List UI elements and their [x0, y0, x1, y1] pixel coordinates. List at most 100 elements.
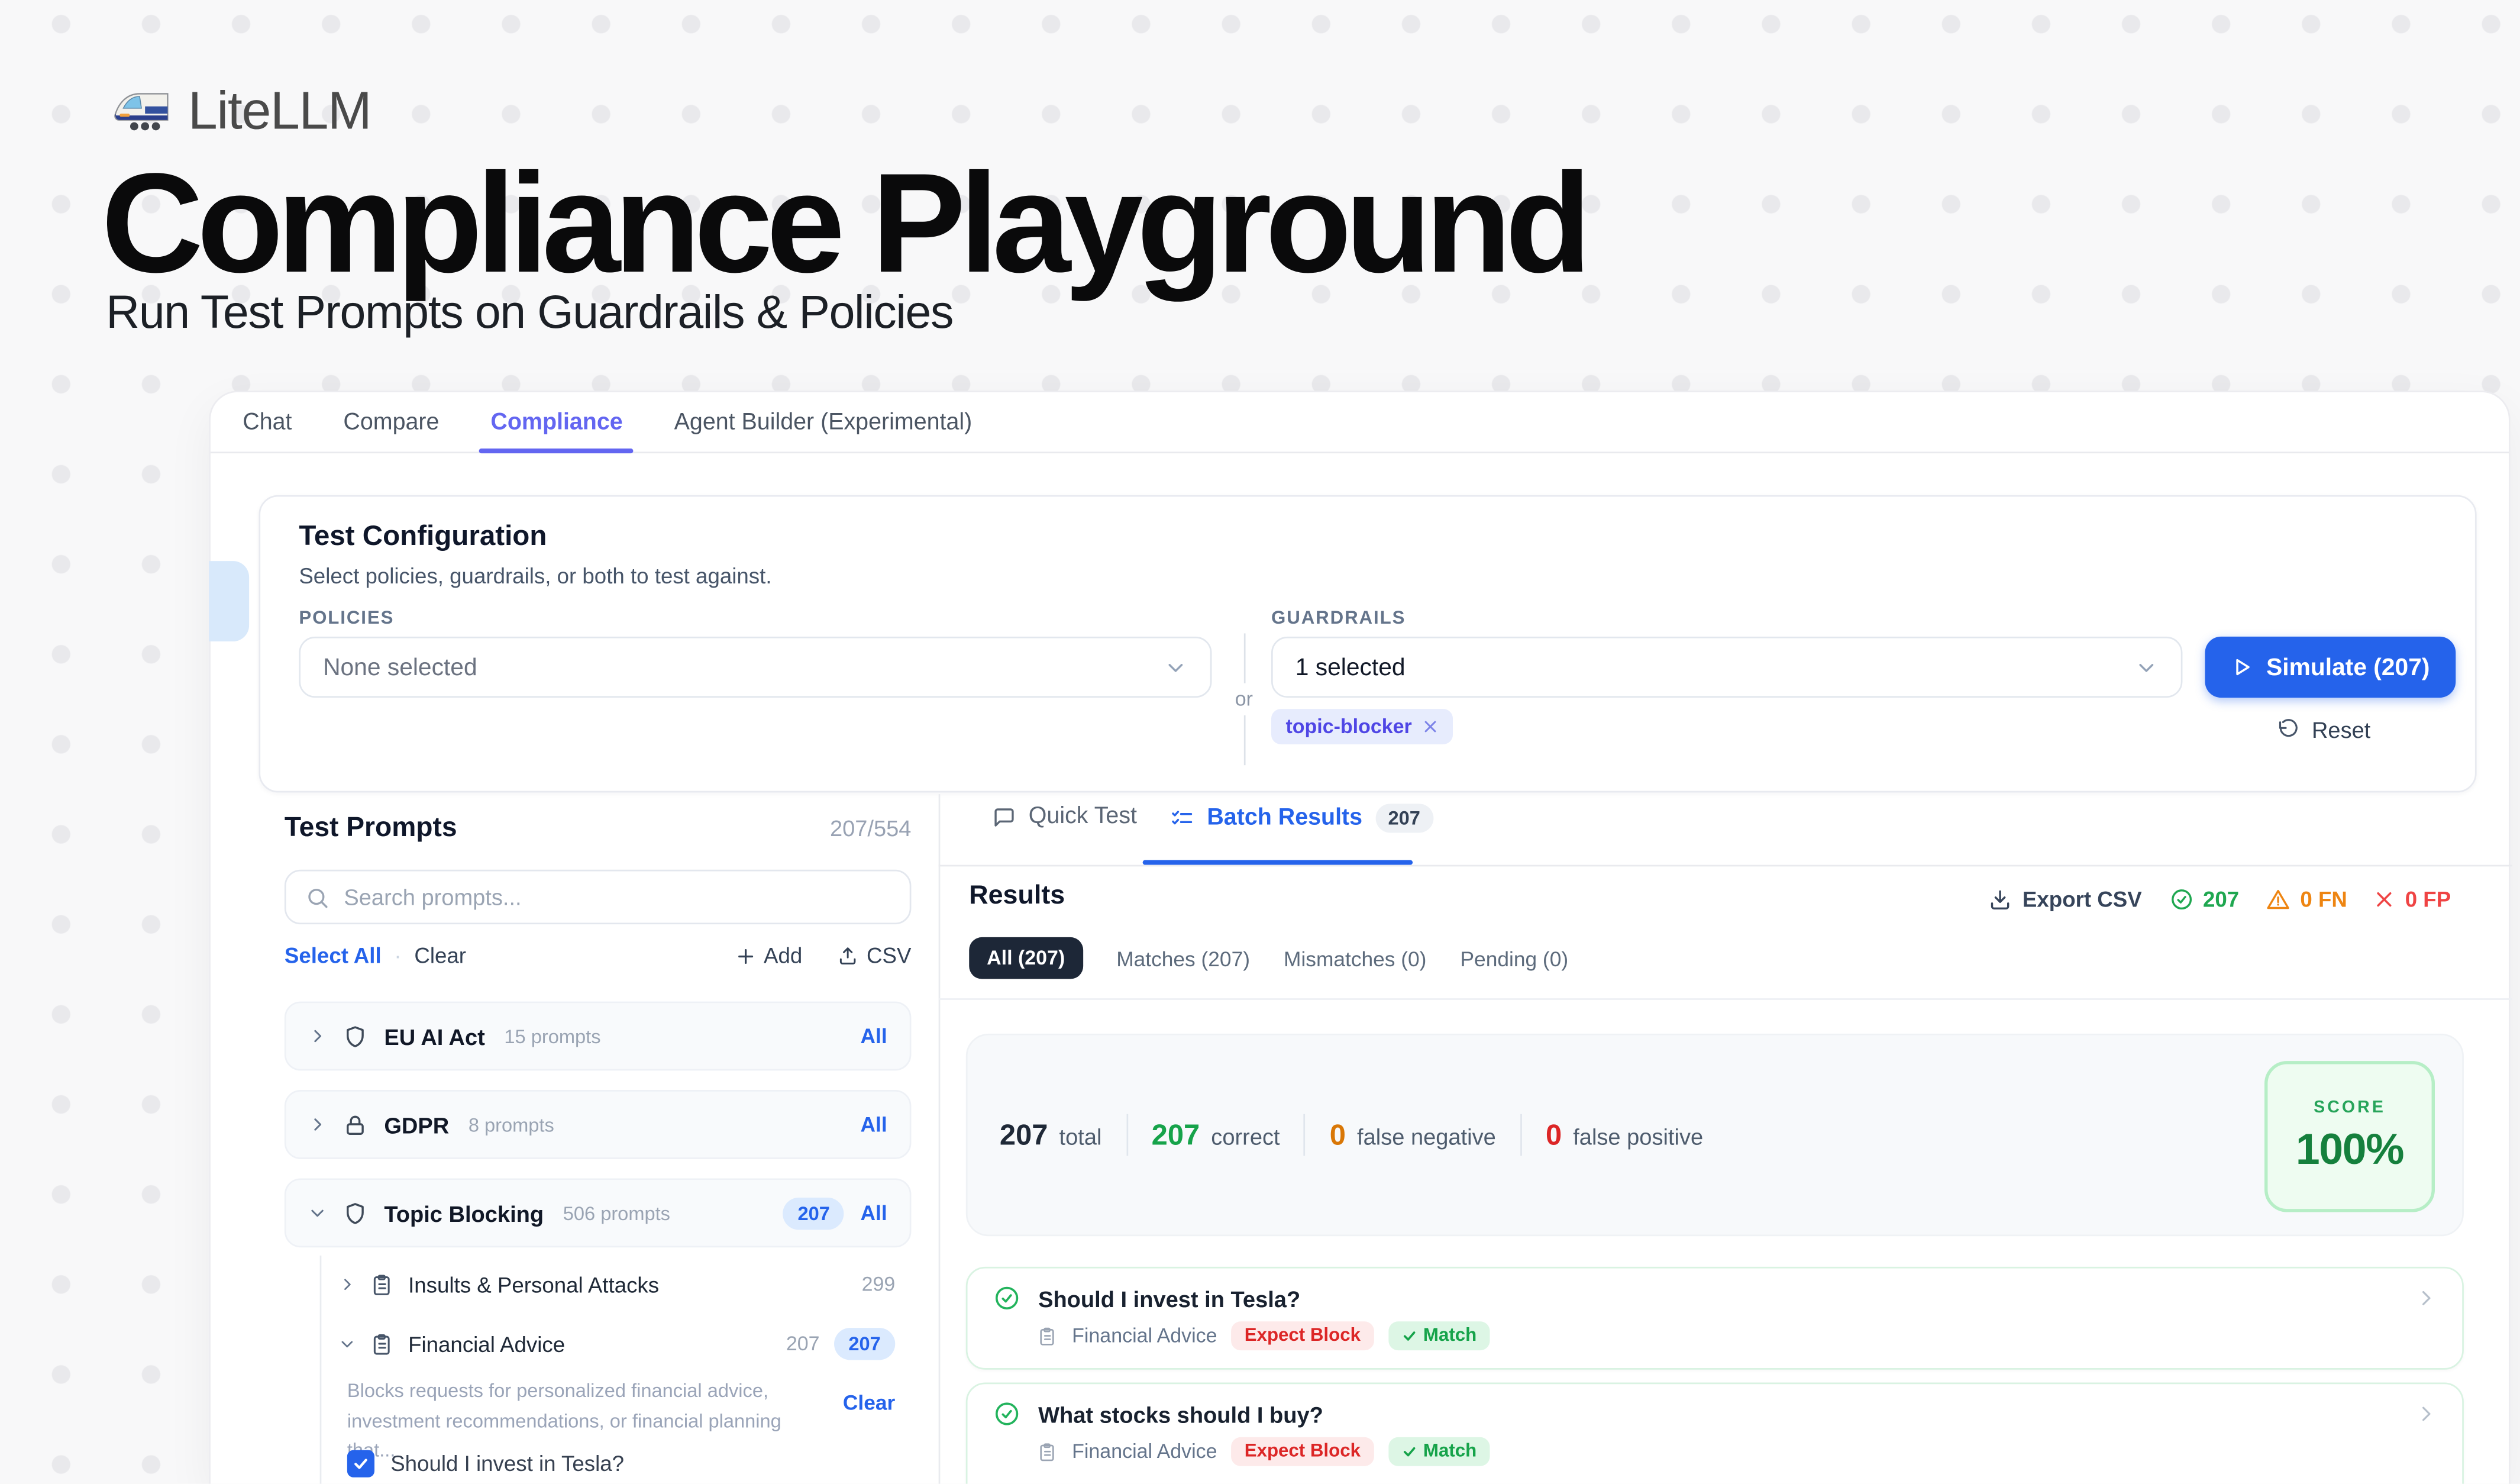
page-title: Compliance Playground [101, 141, 1585, 305]
guardrails-select[interactable]: 1 selected [1271, 637, 2182, 698]
result-category: Financial Advice [1072, 1440, 1217, 1463]
shield-icon [343, 1200, 368, 1225]
rotate-ccw-icon [2278, 718, 2301, 741]
false-negative-stat: 0 FN [2266, 888, 2347, 912]
panel-divider [939, 794, 941, 1484]
results-summary-card: 207 total 207 correct 0 false negative 0… [966, 1034, 2464, 1236]
total-label: total [1059, 1123, 1102, 1149]
compliance-playground-page: LiteLLM Compliance Playground Run Test P… [0, 0, 2520, 1484]
export-csv-button[interactable]: Export CSV [1989, 888, 2142, 912]
subcategory-row-financial-advice[interactable]: Financial Advice 207 207 [339, 1323, 895, 1365]
policies-select[interactable]: None selected [299, 637, 1211, 698]
brand-name: LiteLLM [188, 80, 371, 141]
result-title: What stocks should I buy? [1038, 1401, 1323, 1427]
select-all-category-link[interactable]: All [861, 1112, 887, 1137]
prompt-checkbox-row[interactable]: Should I invest in Tesla? [347, 1450, 624, 1477]
x-icon [2374, 889, 2395, 909]
tab-compliance[interactable]: Compliance [490, 409, 622, 434]
tab-batch-results[interactable]: Batch Results 207 [1170, 804, 1433, 833]
filter-all[interactable]: All (207) [969, 937, 1083, 979]
divider [1126, 1114, 1127, 1156]
download-icon [1989, 888, 2013, 912]
subcategory-row-insults[interactable]: Insults & Personal Attacks 299 [339, 1263, 895, 1305]
category-row-gdpr[interactable]: GDPR 8 prompts All [285, 1090, 912, 1159]
category-row-topic-blocking[interactable]: Topic Blocking 506 prompts 207 All [285, 1178, 912, 1247]
selected-count-badge: 207 [834, 1328, 895, 1360]
result-filters: All (207) Matches (207) Mismatches (0) P… [969, 937, 1568, 979]
guardrail-chip-topic-blocker[interactable]: topic-blocker [1271, 709, 1452, 744]
description-line-1: Blocks requests for personalized financi… [347, 1379, 768, 1402]
category-count: 15 prompts [504, 1025, 600, 1047]
close-icon[interactable] [1421, 718, 1437, 734]
result-row[interactable]: What stocks should I buy? Financial Advi… [966, 1382, 2464, 1483]
false-negative-summary: 0 false negative [1330, 1118, 1496, 1152]
chevron-right-icon[interactable] [309, 1027, 327, 1045]
tab-compare[interactable]: Compare [343, 409, 439, 434]
csv-label: CSV [867, 944, 911, 968]
page-subtitle: Run Test Prompts on Guardrails & Policie… [106, 288, 953, 341]
score-label: SCORE [2314, 1098, 2386, 1118]
fn-label: false negative [1357, 1123, 1496, 1149]
tab-agent-builder[interactable]: Agent Builder (Experimental) [674, 409, 973, 434]
add-prompt-button[interactable]: Add [736, 944, 802, 968]
reset-button[interactable]: Reset [2278, 717, 2370, 743]
false-positive-summary: 0 false positive [1546, 1118, 1703, 1152]
main-card: Chat Compare Compliance Agent Builder (E… [209, 391, 2511, 1483]
tree-indent-guide [320, 1256, 322, 1484]
chevron-down-icon[interactable] [339, 1336, 355, 1352]
warning-triangle-icon [2266, 888, 2290, 912]
filter-pending[interactable]: Pending (0) [1461, 946, 1569, 970]
total-stat: 207 total [1000, 1118, 1102, 1152]
total-value: 207 [1000, 1118, 1048, 1152]
correct-stat: 207 correct [1152, 1118, 1280, 1152]
select-all-category-link[interactable]: All [861, 1201, 887, 1225]
divider [1304, 1114, 1306, 1156]
csv-upload-button[interactable]: CSV [838, 944, 911, 968]
chevron-down-icon[interactable] [309, 1204, 327, 1222]
upload-icon [838, 946, 858, 966]
lock-icon [343, 1112, 368, 1137]
subcategory-count: 207 [786, 1333, 820, 1355]
clear-link[interactable]: Clear [414, 944, 466, 968]
category-row-eu-ai-act[interactable]: EU AI Act 15 prompts All [285, 1002, 912, 1071]
circle-check-icon [993, 1285, 1020, 1312]
checkbox-checked[interactable] [347, 1450, 374, 1477]
score-value: 100% [2296, 1125, 2403, 1175]
tab-quick-test[interactable]: Quick Test [991, 804, 1137, 829]
chevron-down-icon [2134, 655, 2159, 679]
plus-icon [736, 946, 756, 966]
test-configuration-card: Test Configuration Select policies, guar… [259, 495, 2476, 793]
search-input[interactable] [344, 884, 890, 909]
play-icon [2231, 656, 2253, 678]
match-label: Match [1423, 1326, 1477, 1346]
select-all-category-link[interactable]: All [861, 1024, 887, 1049]
check-icon [1401, 1328, 1417, 1344]
simulate-button[interactable]: Simulate (207) [2205, 637, 2456, 698]
category-label: Topic Blocking [384, 1200, 544, 1225]
chevron-right-icon[interactable] [2415, 1288, 2436, 1308]
select-all-link[interactable]: Select All [285, 944, 382, 968]
false-positive-stat: 0 FP [2374, 888, 2451, 912]
search-icon [305, 885, 329, 909]
chevron-right-icon[interactable] [339, 1276, 355, 1292]
results-stats-row: Export CSV 207 0 FN 0 FP [1989, 888, 2451, 912]
simulate-label: Simulate (207) [2266, 653, 2429, 680]
tab-chat[interactable]: Chat [243, 409, 292, 434]
quick-test-label: Quick Test [1029, 804, 1137, 829]
prompt-search[interactable] [285, 870, 912, 924]
expect-block-badge: Expect Block [1232, 1321, 1374, 1350]
add-label: Add [764, 944, 802, 968]
fn-count: 0 FN [2300, 888, 2347, 912]
fp-label: false positive [1573, 1123, 1703, 1149]
chevron-right-icon[interactable] [309, 1115, 327, 1133]
correct-value: 207 [1152, 1118, 1200, 1152]
chevron-right-icon[interactable] [2415, 1404, 2436, 1424]
result-row[interactable]: Should I invest in Tesla? Financial Advi… [966, 1267, 2464, 1370]
filter-mismatches[interactable]: Mismatches (0) [1284, 946, 1426, 970]
circle-check-icon [993, 1400, 1020, 1427]
correct-label: correct [1211, 1123, 1280, 1149]
fp-value: 0 [1546, 1118, 1562, 1152]
clear-subcategory-link[interactable]: Clear [843, 1391, 895, 1466]
filter-matches[interactable]: Matches (207) [1116, 946, 1250, 970]
passed-stat: 207 [2169, 888, 2239, 912]
